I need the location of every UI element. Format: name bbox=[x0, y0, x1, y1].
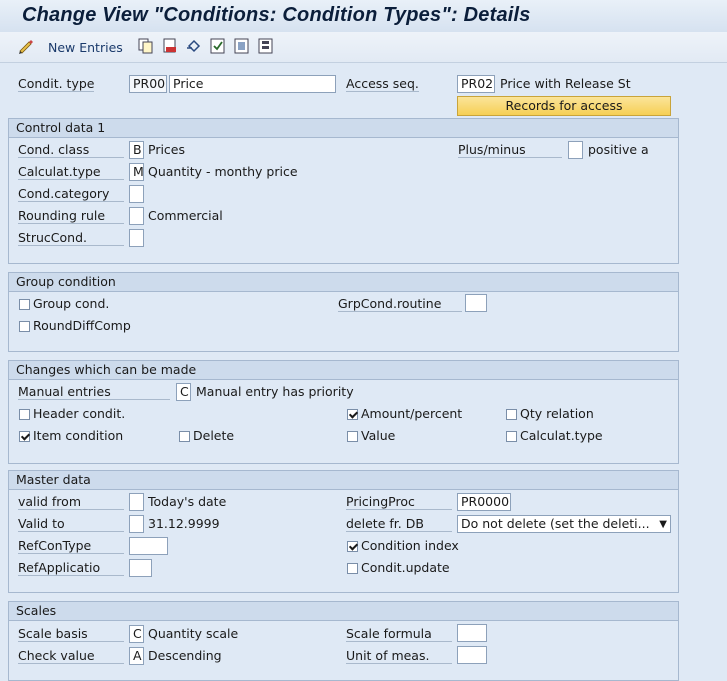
qty-relation-checkbox[interactable] bbox=[506, 409, 517, 420]
refapplicatio-field[interactable] bbox=[129, 559, 152, 577]
changes-title: Changes which can be made bbox=[9, 361, 678, 380]
header-condit-checkbox[interactable] bbox=[19, 409, 30, 420]
amount-percent-checkbox[interactable] bbox=[347, 409, 358, 420]
cond-class-field[interactable]: B bbox=[129, 141, 144, 159]
glasses-pencil-icon[interactable] bbox=[18, 38, 34, 54]
qty-relation-label: Qty relation bbox=[520, 406, 594, 421]
cond-category-label: Cond.category bbox=[18, 186, 124, 202]
master-data-title: Master data bbox=[9, 471, 678, 490]
rounding-rule-label: Rounding rule bbox=[18, 208, 124, 224]
cond-class-text: Prices bbox=[148, 142, 186, 157]
delete-fr-db-dropdown[interactable]: Do not delete (set the deleti... ▼ bbox=[457, 515, 671, 533]
valid-from-field[interactable] bbox=[129, 493, 144, 511]
amount-percent-label: Amount/percent bbox=[361, 406, 463, 421]
page-title: Change View "Conditions: Condition Types… bbox=[22, 4, 531, 26]
calculat-type-field[interactable]: M bbox=[129, 163, 144, 181]
manual-entries-text: Manual entry has priority bbox=[196, 384, 354, 399]
check-value-field[interactable]: A bbox=[129, 647, 144, 665]
unit-of-meas-label: Unit of meas. bbox=[346, 648, 452, 664]
manual-entries-field[interactable]: C bbox=[176, 383, 191, 401]
control-data-title: Control data 1 bbox=[9, 119, 678, 138]
condit-update-label: Condit.update bbox=[361, 560, 450, 575]
scale-formula-field[interactable] bbox=[457, 624, 487, 642]
refcontype-field[interactable] bbox=[129, 537, 168, 555]
title-bar: Change View "Conditions: Condition Types… bbox=[0, 0, 727, 32]
header-condit-label: Header condit. bbox=[33, 406, 126, 421]
records-for-access-button[interactable]: Records for access bbox=[457, 96, 671, 116]
grpcond-routine-field[interactable] bbox=[465, 294, 487, 312]
block-select-icon[interactable] bbox=[258, 38, 274, 54]
pricing-proc-field[interactable]: PR0000 bbox=[457, 493, 511, 511]
unit-of-meas-field[interactable] bbox=[457, 646, 487, 664]
cond-category-field[interactable] bbox=[129, 185, 144, 203]
valid-to-field[interactable] bbox=[129, 515, 144, 533]
chevron-down-icon[interactable]: ▼ bbox=[659, 517, 667, 532]
delete-checkbox[interactable] bbox=[179, 431, 190, 442]
check-value-text: Descending bbox=[148, 648, 222, 663]
access-seq-name: Price with Release St bbox=[500, 76, 631, 91]
scales-title: Scales bbox=[9, 602, 678, 621]
rounding-rule-text: Commercial bbox=[148, 208, 223, 223]
check-value-label: Check value bbox=[18, 648, 124, 664]
struc-cond-field[interactable] bbox=[129, 229, 144, 247]
plus-minus-field[interactable] bbox=[568, 141, 583, 159]
copy-icon[interactable] bbox=[138, 38, 154, 54]
valid-to-label: Valid to bbox=[18, 516, 124, 532]
condition-index-label: Condition index bbox=[361, 538, 459, 553]
access-seq-label: Access seq. bbox=[346, 76, 419, 92]
item-condition-checkbox[interactable] bbox=[19, 431, 30, 442]
delete-label: Delete bbox=[193, 428, 235, 443]
delete-fr-db-label: delete fr. DB bbox=[346, 516, 452, 532]
plus-minus-label: Plus/minus bbox=[458, 142, 562, 158]
delete-icon[interactable] bbox=[162, 38, 178, 54]
condit-type-label: Condit. type bbox=[18, 76, 95, 92]
scale-basis-label: Scale basis bbox=[18, 626, 124, 642]
condit-update-checkbox[interactable] bbox=[347, 563, 358, 574]
grpcond-routine-label: GrpCond.routine bbox=[338, 296, 462, 312]
delete-fr-db-value: Do not delete (set the deleti... bbox=[461, 516, 650, 531]
access-seq-code-field[interactable]: PR02 bbox=[457, 75, 495, 93]
valid-from-text: Today's date bbox=[148, 494, 227, 509]
calculat-type-label: Calculat.type bbox=[18, 164, 124, 180]
round-diff-comp-label: RoundDiffComp bbox=[33, 318, 131, 333]
condition-index-checkbox[interactable] bbox=[347, 541, 358, 552]
refcontype-label: RefConType bbox=[18, 538, 124, 554]
valid-to-text: 31.12.9999 bbox=[148, 516, 220, 531]
calculat-type-checkbox[interactable] bbox=[506, 431, 517, 442]
pricing-proc-label: PricingProc bbox=[346, 494, 452, 510]
calculat-type-text: Quantity - monthy price bbox=[148, 164, 298, 179]
condit-type-name-field[interactable]: Price bbox=[169, 75, 336, 93]
group-condition-group: Group condition bbox=[8, 272, 679, 352]
rounding-rule-field[interactable] bbox=[129, 207, 144, 225]
group-cond-label: Group cond. bbox=[33, 296, 110, 311]
undo-icon[interactable] bbox=[186, 38, 202, 54]
group-condition-title: Group condition bbox=[9, 273, 678, 292]
valid-from-label: valid from bbox=[18, 494, 124, 510]
scale-basis-field[interactable]: C bbox=[129, 625, 144, 643]
cond-class-label: Cond. class bbox=[18, 142, 124, 158]
refapplicatio-label: RefApplicatio bbox=[18, 560, 124, 576]
condit-type-code-field[interactable]: PR00 bbox=[129, 75, 167, 93]
value-checkbox[interactable] bbox=[347, 431, 358, 442]
scale-formula-label: Scale formula bbox=[346, 626, 452, 642]
new-entries-button[interactable]: New Entries bbox=[48, 40, 123, 55]
plus-minus-text: positive a bbox=[588, 142, 649, 157]
application-toolbar: New Entries bbox=[0, 32, 727, 63]
group-cond-checkbox[interactable] bbox=[19, 299, 30, 310]
scale-basis-text: Quantity scale bbox=[148, 626, 239, 641]
struc-cond-label: StrucCond. bbox=[18, 230, 124, 246]
value-label: Value bbox=[361, 428, 396, 443]
item-condition-label: Item condition bbox=[33, 428, 124, 443]
round-diff-comp-checkbox[interactable] bbox=[19, 321, 30, 332]
detail-screen: Condit. type PR00 Price Access seq. PR02… bbox=[0, 63, 727, 681]
deselect-all-icon[interactable] bbox=[234, 38, 250, 54]
manual-entries-label: Manual entries bbox=[18, 384, 170, 400]
calculat-type-check-label: Calculat.type bbox=[520, 428, 603, 443]
select-all-icon[interactable] bbox=[210, 38, 226, 54]
